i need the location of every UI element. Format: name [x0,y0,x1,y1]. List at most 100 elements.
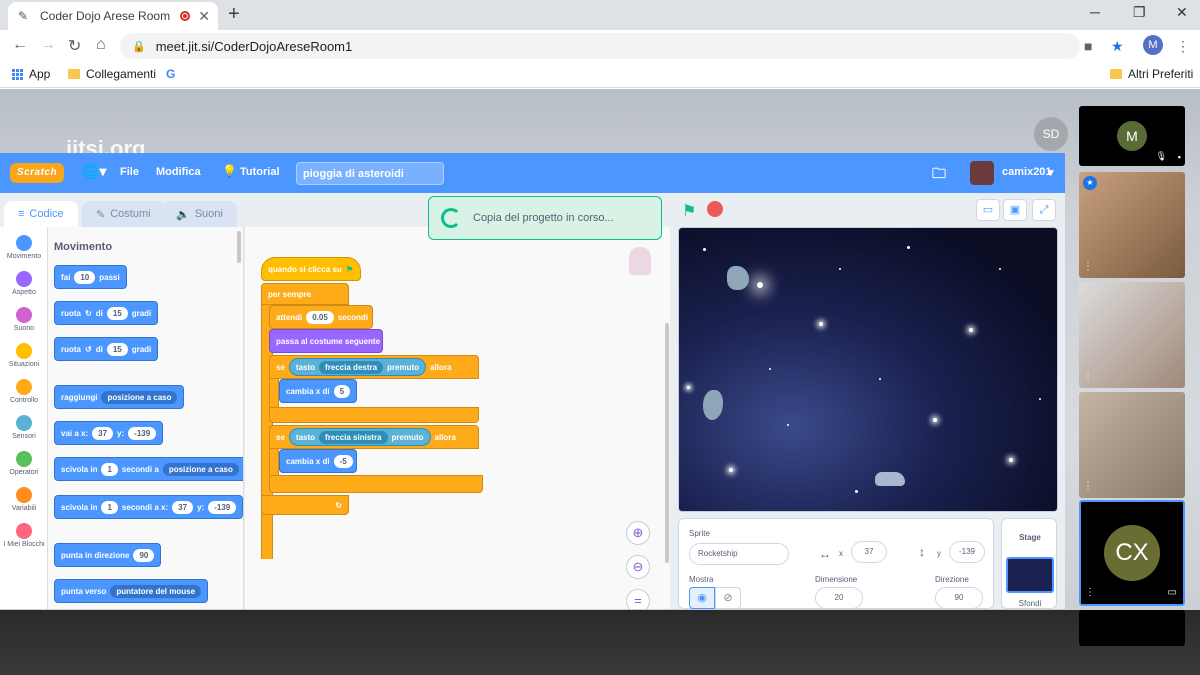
fullscreen-button[interactable]: ⤢ [1032,199,1056,221]
star [855,490,858,493]
menu-tutorial[interactable]: Tutorial [240,166,280,178]
participant-tile[interactable]: ⋮ [1079,392,1185,498]
block-wait[interactable]: attendi 0.05 secondi [269,305,373,329]
block-change-x-5[interactable]: cambia x di 5 [279,379,357,403]
block-when-flag-clicked[interactable]: quando si clicca su ⚑ [261,257,361,281]
forward-icon[interactable]: → [40,36,56,54]
y-input[interactable]: -139 [949,541,985,563]
menu-file[interactable]: File [120,166,139,178]
size-input[interactable]: 20 [815,587,863,609]
url-field[interactable]: 🔒 meet.jit.si/CoderDojoAreseRoom1 [120,33,1080,59]
bookmark-google[interactable]: G [166,67,175,81]
globe-icon[interactable]: 🌐▾ [82,163,106,180]
zoom-out-button[interactable]: ⊖ [626,555,650,579]
tile-menu-icon[interactable]: ⋮ [1083,371,1093,382]
category-motion[interactable]: Movimento [0,235,48,260]
tile-menu-icon[interactable]: ⋮ [1083,261,1093,272]
large-stage-button[interactable]: ▣ [1003,199,1027,221]
sprite-info-panel: Sprite Rocketship ↔ x 37 ↕ y -139 Mostra… [678,518,994,609]
show-visible-icon[interactable]: ◉ [689,587,715,609]
stage-selector[interactable]: Stage Sfondi [1001,518,1057,609]
project-title-input[interactable]: pioggia di asteroidi [296,162,444,185]
participant-tile[interactable] [1079,610,1185,646]
browser-tab[interactable]: ✎ Coder Dojo Arese Room 1 | ✕ [8,2,218,30]
tile-menu-icon[interactable]: ⋮ [1083,481,1093,492]
block-change-x-minus-5[interactable]: cambia x di -5 [279,449,357,473]
category-control[interactable]: Controllo [0,379,48,404]
toast-message: Copia del progetto in corso... [473,212,614,224]
local-user-badge[interactable]: SD [1034,117,1068,151]
folder-icon[interactable]: 🗀 [932,163,946,187]
chevron-down-icon[interactable]: ▾ [1048,166,1054,179]
asteroid-sprite[interactable] [703,390,723,420]
palette-scrollbar[interactable] [237,231,241,263]
camera-icon[interactable]: ■ [1084,38,1092,54]
stage-canvas[interactable] [678,227,1058,512]
show-hidden-icon[interactable]: ⊘ [715,587,741,609]
home-icon[interactable]: ⌂ [96,36,106,54]
category-variables[interactable]: Variabili [0,487,48,512]
block-turn-right[interactable]: ruota ↻ di 15 gradi [54,301,159,325]
bookmark-collegamenti[interactable]: Collegamenti [68,67,156,81]
back-icon[interactable]: ← [12,36,28,54]
participant-tile[interactable]: ⋮ [1079,282,1185,388]
close-window-icon[interactable]: ✕ [1176,4,1188,21]
x-input[interactable]: 37 [851,541,887,563]
direction-input[interactable]: 90 [935,587,983,609]
category-my-blocks[interactable]: I Miei Blocchi [0,523,48,548]
block-key-pressed[interactable]: tasto freccia sinistra premuto [288,428,431,446]
bookmark-altri-preferiti[interactable]: Altri Preferiti [1110,67,1193,81]
block-goto-xy[interactable]: vai a x: 37 y: -139 [54,421,164,445]
block-point-towards[interactable]: punta verso puntatore del mouse [54,579,209,603]
menu-dots-icon[interactable]: ⋮ [1176,38,1190,55]
participant-tile[interactable]: M 🎙 ▪ [1079,106,1185,166]
tab-sounds[interactable]: 🔈 Suoni [162,201,237,227]
block-glide[interactable]: scivola in 1 secondi a posizione a caso [54,457,243,481]
block-point-direction[interactable]: punta in direzione 90 [54,543,162,567]
asteroid-sprite[interactable] [727,266,749,290]
loop-arrow-icon: ↻ [335,500,342,510]
size-label: Dimensione [815,575,858,584]
block-forever[interactable]: per sempre [261,283,349,305]
block-turn-left[interactable]: ruota ↺ di 15 gradi [54,337,159,361]
category-sound[interactable]: Suono [0,307,48,332]
stop-button[interactable] [707,201,723,217]
tile-menu-icon[interactable]: ⋮ [1085,587,1095,598]
tab-costumes[interactable]: ✎ Costumi [82,201,165,227]
block-glide-xy[interactable]: scivola in 1 secondi a x: 37 y: -139 [54,495,243,519]
zoom-reset-button[interactable]: = [626,589,650,609]
maximize-icon[interactable]: ❐ [1133,4,1146,21]
zoom-in-button[interactable]: ⊕ [626,521,650,545]
profile-avatar[interactable]: M [1143,35,1163,55]
small-stage-button[interactable]: ▭ [976,199,1000,221]
script-scrollbar[interactable] [665,323,669,563]
category-looks[interactable]: Aspetto [0,271,48,296]
participant-tile[interactable]: CX ⋮ ▭ [1079,500,1185,606]
block-next-costume[interactable]: passa al costume seguente [269,329,383,353]
category-operators[interactable]: Operatori [0,451,48,476]
username[interactable]: camix201 [1002,166,1052,178]
bookmark-apps[interactable]: App [12,67,50,81]
tab-code[interactable]: ≡ Codice [4,201,78,227]
block-move-steps[interactable]: fai 10 passi [54,265,127,289]
user-avatar[interactable] [970,161,994,185]
close-tab-icon[interactable]: ✕ [198,8,210,25]
script-area[interactable]: quando si clicca su ⚑ per sempre attendi… [245,227,670,609]
participant-tile[interactable]: ★ ⋮ [1079,172,1185,278]
bookmark-star-icon[interactable]: ★ [1111,38,1124,55]
minimize-icon[interactable]: ─ [1090,4,1100,20]
sprite-name-input[interactable]: Rocketship [689,543,789,565]
category-sensing[interactable]: Sensori [0,415,48,440]
block-goto[interactable]: raggiungi posizione a caso [54,385,185,409]
block-if-right[interactable]: se tasto freccia destra premuto allora [269,355,479,379]
new-tab-button[interactable]: + [228,3,240,26]
category-events[interactable]: Situazioni [0,343,48,368]
green-flag-button[interactable]: ⚑ [682,201,696,221]
block-if-left[interactable]: se tasto freccia sinistra premuto allora [269,425,479,449]
stage-thumbnail[interactable] [1006,557,1054,593]
reload-icon[interactable]: ↻ [68,36,81,56]
scratch-logo[interactable]: Scratch [10,163,64,183]
menu-edit[interactable]: Modifica [156,166,201,178]
block-key-pressed[interactable]: tasto freccia destra premuto [288,358,427,376]
rocketship-sprite[interactable] [875,472,905,486]
